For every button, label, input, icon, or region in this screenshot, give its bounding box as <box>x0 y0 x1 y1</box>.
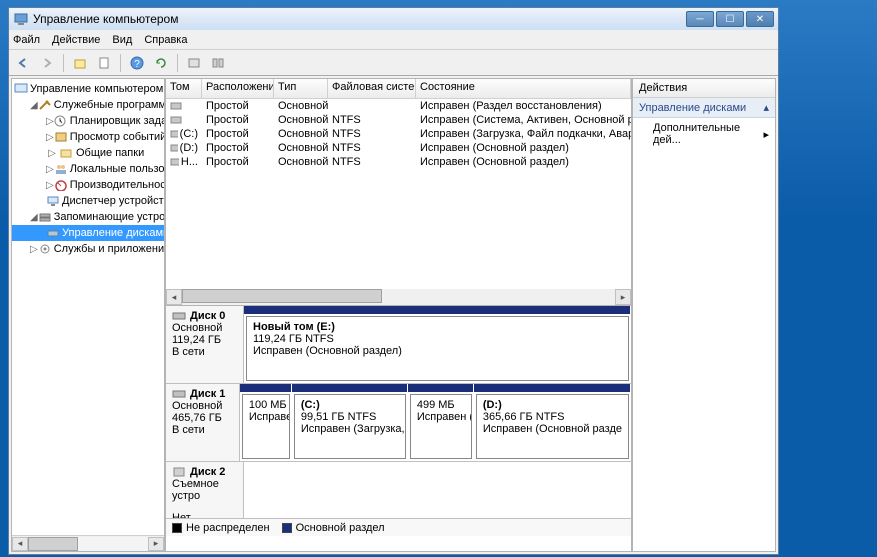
tools-icon <box>38 98 52 112</box>
col-type[interactable]: Тип <box>274 79 328 98</box>
graphical-view: Диск 0 Основной 119,24 ГБ В сети Новый т… <box>165 306 632 552</box>
storage-icon <box>38 210 52 224</box>
minimize-button[interactable]: ─ <box>686 11 714 27</box>
col-status[interactable]: Состояние <box>416 79 631 98</box>
disk-1-label: Диск 1 Основной 465,76 ГБ В сети <box>166 384 240 461</box>
tree-device-manager[interactable]: Диспетчер устройств <box>12 193 164 209</box>
forward-button[interactable] <box>37 53 57 73</box>
refresh-button[interactable] <box>151 53 171 73</box>
toolbar-extra-2[interactable] <box>208 53 228 73</box>
up-button[interactable] <box>70 53 90 73</box>
column-headers: Том Расположение Тип Файловая система Со… <box>166 79 631 99</box>
computer-management-window: Управление компьютером ─ ☐ ✕ Файл Действ… <box>8 7 779 555</box>
toolbar: ? <box>9 50 778 76</box>
actions-more-link[interactable]: Дополнительные дей... ▸ <box>633 118 775 150</box>
expand-icon[interactable]: ▷ <box>46 116 54 127</box>
tree-local-users[interactable]: ▷Локальные пользоват <box>12 161 164 177</box>
console-tree[interactable]: Управление компьютером (л ◢Служебные про… <box>12 79 164 259</box>
tree-services-apps[interactable]: ▷Службы и приложения <box>12 241 164 257</box>
collapse-icon[interactable]: ◢ <box>30 100 38 111</box>
disk-1-block[interactable]: Диск 1 Основной 465,76 ГБ В сети 100 МБ … <box>166 384 631 462</box>
tree-task-scheduler[interactable]: ▷Планировщик заданий <box>12 113 164 129</box>
volume-rows[interactable]: ПростойОсновнойИсправен (Раздел восстано… <box>166 99 631 289</box>
volume-list: Том Расположение Тип Файловая система Со… <box>165 78 632 306</box>
volume-hscrollbar[interactable]: ◂ ▸ <box>166 289 631 305</box>
collapse-icon[interactable]: ◢ <box>30 212 38 223</box>
disk-0-block[interactable]: Диск 0 Основной 119,24 ГБ В сети Новый т… <box>166 306 631 384</box>
expand-icon[interactable]: ▷ <box>46 132 54 143</box>
perf-icon <box>54 178 68 192</box>
close-button[interactable]: ✕ <box>746 11 774 27</box>
tree-event-viewer[interactable]: ▷Просмотр событий <box>12 129 164 145</box>
client-area: Управление компьютером (л ◢Служебные про… <box>9 76 778 554</box>
menu-file[interactable]: Файл <box>13 34 40 46</box>
expand-icon[interactable]: ▷ <box>30 244 38 255</box>
properties-button[interactable] <box>94 53 114 73</box>
app-icon <box>13 11 29 27</box>
disk-0-partition-0[interactable]: Новый том (E:) 119,24 ГБ NTFS Исправен (… <box>246 316 629 381</box>
legend: Не распределен Основной раздел <box>166 518 631 536</box>
device-icon <box>46 194 60 208</box>
disk-icon <box>172 310 186 322</box>
scroll-left-button[interactable]: ◂ <box>166 289 182 305</box>
menu-view[interactable]: Вид <box>112 34 132 46</box>
clock-icon <box>54 114 68 128</box>
volume-row[interactable]: Н...ПростойОсновнойNTFSИсправен (Основно… <box>166 155 631 169</box>
back-button[interactable] <box>13 53 33 73</box>
disk-2-label: Диск 2 Съемное устро Нет носителя <box>166 462 244 518</box>
tree-storage[interactable]: ◢Запоминающие устройс <box>12 209 164 225</box>
actions-header: Действия <box>633 79 775 98</box>
disk-icon <box>172 388 186 400</box>
tree-shared-folders[interactable]: ▷Общие папки <box>12 145 164 161</box>
window-title: Управление компьютером <box>33 12 178 26</box>
actions-section-diskmgmt[interactable]: Управление дисками ▴ <box>633 98 775 118</box>
col-volume[interactable]: Том <box>166 79 202 98</box>
removable-icon <box>172 466 186 478</box>
disk-1-partition-0[interactable]: 100 МБ N Исправен <box>242 394 290 459</box>
disk-2-block[interactable]: Диск 2 Съемное устро Нет носителя <box>166 462 631 518</box>
help-button[interactable]: ? <box>127 53 147 73</box>
event-icon <box>54 130 68 144</box>
actions-pane: Действия Управление дисками ▴ Дополнител… <box>632 78 776 552</box>
col-filesystem[interactable]: Файловая система <box>328 79 416 98</box>
legend-unallocated: Не распределен <box>172 522 270 534</box>
services-icon <box>38 242 52 256</box>
legend-primary: Основной раздел <box>282 522 385 534</box>
tree-system-tools[interactable]: ◢Служебные программы <box>12 97 164 113</box>
chevron-right-icon: ▸ <box>763 128 769 141</box>
titlebar[interactable]: Управление компьютером ─ ☐ ✕ <box>9 8 778 30</box>
scroll-right-button[interactable]: ▸ <box>148 537 164 551</box>
menubar: Файл Действие Вид Справка <box>9 30 778 50</box>
disk-0-label: Диск 0 Основной 119,24 ГБ В сети <box>166 306 244 383</box>
scroll-right-button[interactable]: ▸ <box>615 289 631 305</box>
volume-row[interactable]: ПростойОсновнойNTFSИсправен (Система, Ак… <box>166 113 631 127</box>
computer-icon <box>14 82 28 96</box>
volume-row[interactable]: (C:)ПростойОсновнойNTFSИсправен (Загрузк… <box>166 127 631 141</box>
disk-1-partition-1[interactable]: (C:) 99,51 ГБ NTFS Исправен (Загрузка, Ф… <box>294 394 406 459</box>
tree-disk-management[interactable]: Управление дисками <box>12 225 164 241</box>
maximize-button[interactable]: ☐ <box>716 11 744 27</box>
menu-help[interactable]: Справка <box>144 34 187 46</box>
expand-icon[interactable]: ▷ <box>46 148 58 159</box>
expand-icon[interactable]: ▷ <box>46 164 54 175</box>
volume-row[interactable]: (D:)ПростойОсновнойNTFSИсправен (Основно… <box>166 141 631 155</box>
col-layout[interactable]: Расположение <box>202 79 274 98</box>
folder-icon <box>58 146 74 160</box>
scroll-left-button[interactable]: ◂ <box>12 537 28 551</box>
volume-row[interactable]: ПростойОсновнойИсправен (Раздел восстано… <box>166 99 631 113</box>
expand-icon[interactable]: ▷ <box>46 180 54 191</box>
svg-text:?: ? <box>134 59 140 70</box>
tree-root[interactable]: Управление компьютером (л <box>12 81 164 97</box>
middle-pane: Том Расположение Тип Файловая система Со… <box>165 78 632 552</box>
disk-1-partition-3[interactable]: (D:) 365,66 ГБ NTFS Исправен (Основной р… <box>476 394 629 459</box>
menu-action[interactable]: Действие <box>52 34 100 46</box>
diskmgmt-icon <box>46 226 60 240</box>
tree-hscrollbar[interactable]: ◂ ▸ <box>12 535 164 551</box>
users-icon <box>54 162 68 176</box>
tree-performance[interactable]: ▷Производительность <box>12 177 164 193</box>
disk-1-partition-2[interactable]: 499 МБ Исправен (Р <box>410 394 472 459</box>
collapse-icon: ▴ <box>763 101 769 114</box>
tree-pane: Управление компьютером (л ◢Служебные про… <box>11 78 165 552</box>
toolbar-extra-1[interactable] <box>184 53 204 73</box>
